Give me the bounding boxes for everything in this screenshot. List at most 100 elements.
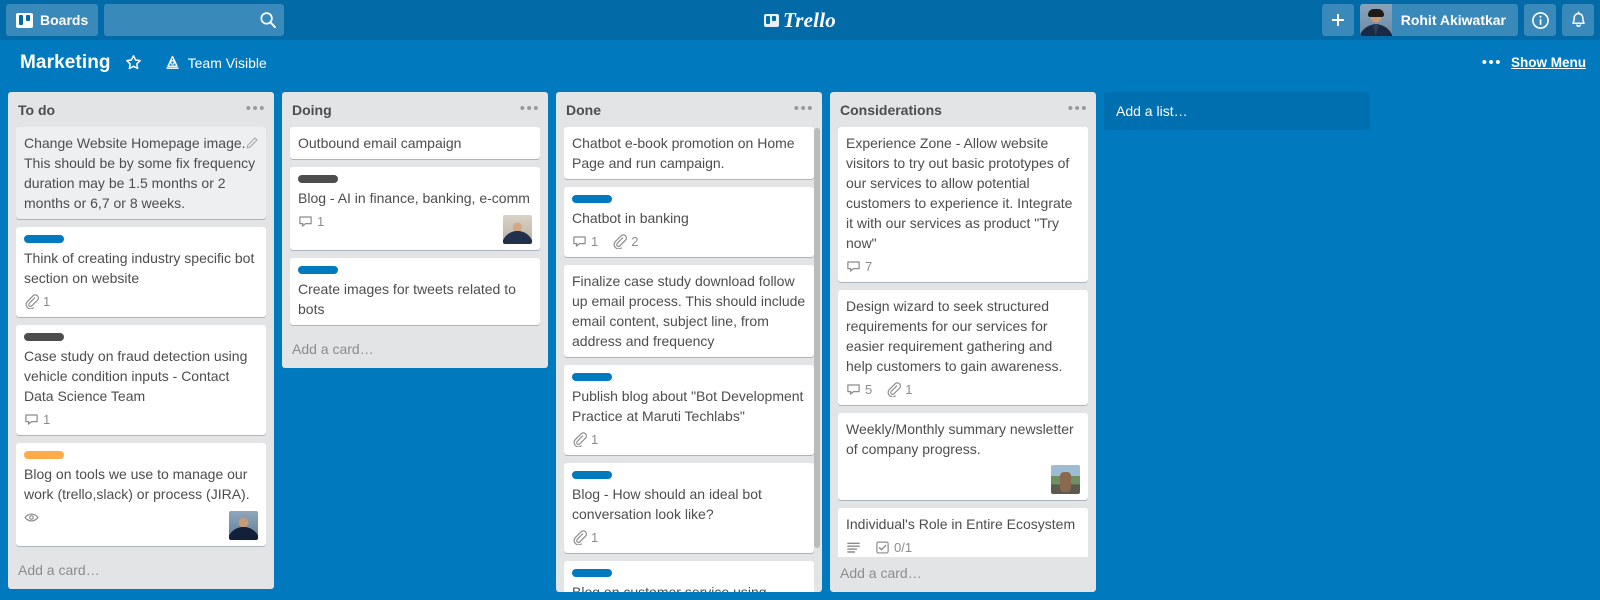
card[interactable]: Blog - How should an ideal bot conversat…: [564, 462, 814, 553]
star-button[interactable]: [117, 49, 150, 76]
badge-value: 1: [43, 412, 51, 428]
card[interactable]: Publish blog about "Bot Development Prac…: [564, 364, 814, 455]
card[interactable]: Chatbot e-book promotion on Home Page an…: [564, 126, 814, 179]
add-a-list-button[interactable]: Add a list…: [1104, 92, 1370, 130]
show-menu-link[interactable]: Show Menu: [1511, 55, 1586, 70]
info-circle-icon[interactable]: [1524, 4, 1556, 36]
card[interactable]: Weekly/Monthly summary newsletter of com…: [838, 412, 1088, 500]
member-menu-button[interactable]: Rohit Akiwatkar: [1359, 4, 1518, 36]
badge-attachment: 1: [24, 294, 50, 310]
board-header: Marketing Team Visible ••• Show Menu: [0, 40, 1600, 85]
list-menu-dots[interactable]: •••: [1068, 101, 1088, 116]
card[interactable]: Case study on fraud detection using vehi…: [16, 324, 266, 435]
card[interactable]: Blog on tools we use to manage our work …: [16, 442, 266, 546]
card[interactable]: Blog on customer service using: [564, 560, 814, 592]
card-title: Chatbot e-book promotion on Home Page an…: [572, 134, 795, 171]
list-to-do: To do ••• Change Website Homepage image. T…: [8, 92, 274, 589]
card-title: Think of creating industry specific bot …: [24, 249, 255, 286]
card[interactable]: Change Website Homepage image. This shou…: [16, 126, 266, 219]
board-visibility-button[interactable]: Team Visible: [156, 49, 275, 76]
badge-value: 2: [631, 234, 639, 250]
card-label[interactable]: [572, 568, 612, 577]
page-title[interactable]: Marketing: [20, 52, 111, 74]
badge-value: 0/1: [894, 540, 913, 556]
search-icon[interactable]: [258, 10, 278, 30]
card-badges: 1: [572, 431, 806, 449]
board-canvas: To do ••• Change Website Homepage image. T…: [0, 85, 1600, 600]
boards-button-label: Boards: [40, 12, 89, 28]
board-grid-icon: [16, 12, 33, 28]
avatar[interactable]: [503, 214, 532, 244]
card-title: Individual's Role in Entire Ecosystem: [846, 515, 1076, 532]
card-label[interactable]: [298, 265, 338, 274]
trello-logo: Trello: [725, 0, 875, 40]
badge-checklist: 0/1: [875, 540, 912, 555]
card-title: Publish blog about "Bot Development Prac…: [572, 387, 804, 424]
card[interactable]: Think of creating industry specific bot …: [16, 226, 266, 317]
list-title[interactable]: Doing: [292, 102, 520, 119]
card[interactable]: Create images for tweets related to bots: [290, 257, 540, 325]
card-list: Outbound email campaign Blog - AI in fina…: [282, 126, 548, 333]
card[interactable]: Outbound email campaign: [290, 126, 540, 159]
add-a-card-button[interactable]: Add a card…: [282, 333, 548, 368]
list-scrollbar[interactable]: [814, 128, 820, 548]
badge-description: [846, 540, 861, 555]
card-label[interactable]: [298, 174, 338, 183]
card-label[interactable]: [24, 450, 64, 459]
star-icon: [125, 54, 142, 71]
card[interactable]: Finalize case study download follow up e…: [564, 264, 814, 357]
badge-value: 1: [905, 382, 913, 398]
boards-button[interactable]: Boards: [6, 4, 99, 36]
board-visibility-label: Team Visible: [187, 54, 267, 71]
list-title[interactable]: Considerations: [840, 102, 1068, 119]
list-menu-dots[interactable]: •••: [794, 101, 814, 116]
card-title: Finalize case study download follow up e…: [572, 272, 806, 349]
card-label[interactable]: [572, 470, 612, 479]
comment-icon: [572, 234, 587, 249]
card-label[interactable]: [572, 194, 612, 203]
member-name: Rohit Akiwatkar: [1400, 12, 1506, 28]
board-menu-dots[interactable]: •••: [1482, 55, 1502, 70]
add-a-card-button[interactable]: Add a card…: [830, 557, 1096, 592]
card-title: Change Website Homepage image. This shou…: [24, 134, 256, 211]
card-title: Create images for tweets related to bots: [298, 280, 516, 317]
card-badges: 1: [24, 293, 258, 311]
checklist-icon: [875, 540, 890, 555]
add-a-card-button[interactable]: Add a card…: [8, 554, 274, 589]
team-visible-icon: [164, 54, 181, 71]
avatar[interactable]: [229, 510, 258, 540]
card-label[interactable]: [572, 372, 612, 381]
attachment-icon: [572, 530, 587, 546]
card-list: Chatbot e-book promotion on Home Page an…: [556, 126, 822, 592]
avatar[interactable]: [1051, 464, 1080, 494]
list-header: Doing •••: [282, 92, 548, 127]
list-considerations: Considerations ••• Experience Zone - Allow…: [827, 89, 1099, 595]
list-title[interactable]: Done: [566, 102, 794, 119]
add-button[interactable]: [1321, 4, 1354, 36]
card[interactable]: Design wizard to seek structured require…: [838, 289, 1088, 405]
top-header-bar: Boards Trello Rohit Akiwatkar: [0, 0, 1600, 40]
list-menu-dots[interactable]: •••: [520, 101, 540, 116]
card[interactable]: Chatbot in banking 1 2: [564, 186, 814, 257]
card-title: Blog on tools we use to manage our work …: [24, 465, 250, 502]
card-title: Experience Zone - Allow website visitors…: [846, 134, 1073, 251]
list-menu-dots[interactable]: •••: [246, 101, 266, 116]
pencil-edit-icon[interactable]: [245, 135, 259, 149]
attachment-icon: [886, 382, 902, 398]
badge-comment: 1: [298, 214, 324, 229]
list-header: To do •••: [8, 92, 274, 127]
bell-icon[interactable]: [1562, 4, 1594, 36]
badge-comment: 7: [846, 259, 872, 274]
badge-value: 7: [865, 259, 873, 275]
card[interactable]: Experience Zone - Allow website visitors…: [838, 126, 1088, 282]
search-box[interactable]: [104, 4, 285, 36]
badge-value: 1: [317, 214, 325, 230]
search-input[interactable]: [104, 4, 285, 36]
card-label[interactable]: [24, 234, 64, 243]
card[interactable]: Individual's Role in Entire Ecosystem 0/1: [838, 507, 1088, 557]
attachment-icon: [572, 432, 587, 448]
card-members: [24, 510, 258, 540]
card-label[interactable]: [24, 332, 64, 341]
list-title[interactable]: To do: [18, 102, 246, 119]
card[interactable]: Blog - AI in finance, banking, e-comm 1: [290, 166, 540, 250]
